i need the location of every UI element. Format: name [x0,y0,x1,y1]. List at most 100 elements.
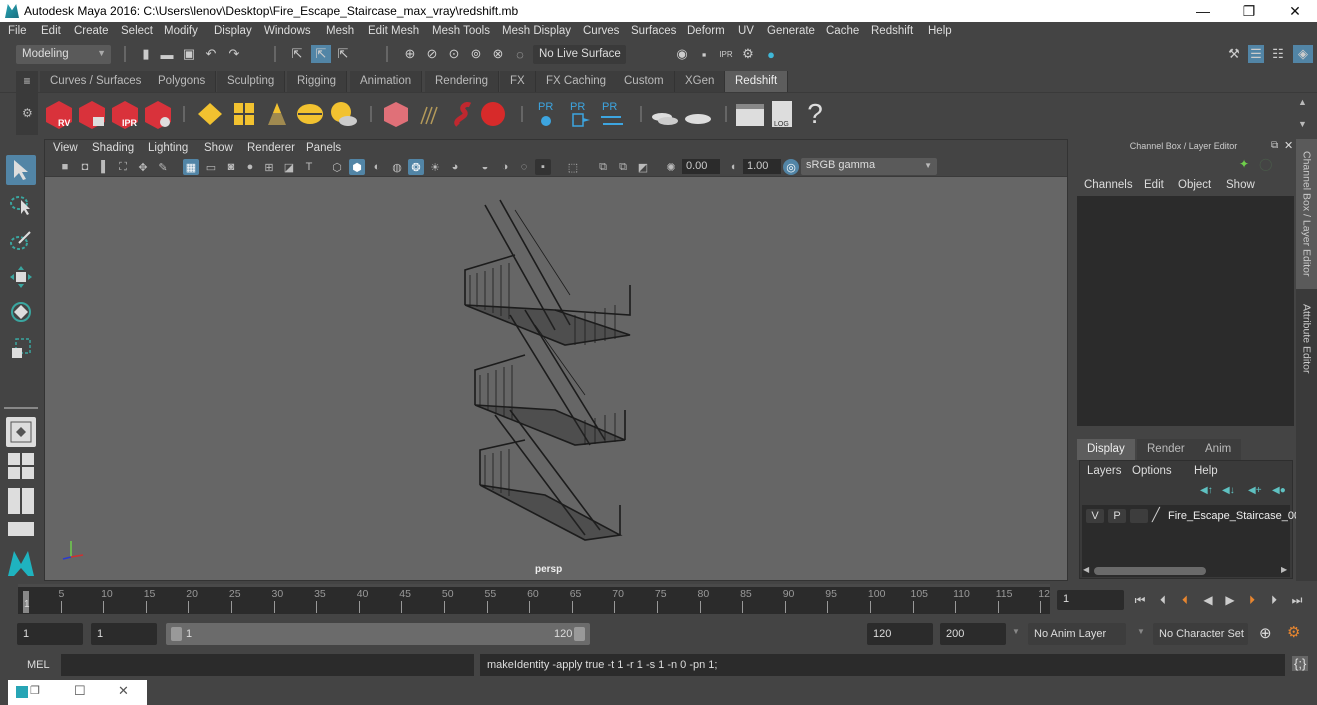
shelf-tab-animation[interactable]: Animation [350,71,423,92]
playback-end-field[interactable]: 120 [867,623,933,645]
show-menu[interactable]: Show [1226,179,1255,191]
redo-icon[interactable]: ↷ [226,46,242,62]
bookmark-icon[interactable]: ▌ [97,159,113,175]
scroll-right-icon[interactable]: ▶ [1281,565,1287,574]
float-panel-icon[interactable]: ⧉ [1271,140,1278,151]
menu-uv[interactable]: UV [738,25,754,37]
layer-tab-anim[interactable]: Anim [1195,439,1242,460]
shelf-tab-polygons[interactable]: Polygons [148,71,217,92]
color-management-icon[interactable]: ◎ [783,159,799,175]
script-editor-icon[interactable]: {;} [1292,656,1309,671]
redshift-settings-icon[interactable] [143,99,173,129]
render-view-icon[interactable]: ◉ [674,46,690,62]
xray-active-icon[interactable]: ⧉ [615,159,631,175]
redshift-ipr-icon[interactable]: IPR [110,99,140,129]
shelf-tab-custom[interactable]: Custom [614,71,675,92]
menu-edit[interactable]: Edit [41,25,61,37]
film-gate-icon[interactable]: ▭ [203,159,219,175]
outliner-layout-icon[interactable] [6,521,36,539]
single-view-layout-icon[interactable] [6,417,36,447]
menu-create[interactable]: Create [74,25,109,37]
snap-grid-icon[interactable]: ⊕ [402,46,418,62]
step-back-key-icon[interactable]: ⏴ [1176,591,1194,609]
lasso-tool-icon[interactable] [6,190,36,220]
minimize-button[interactable]: — [1180,0,1226,22]
xray-joints-icon[interactable]: ◩ [635,159,651,175]
use-all-lights-icon[interactable]: ☀ [427,159,443,175]
chevron-down-icon[interactable]: ▼ [1137,627,1145,636]
shelf-tab-fx[interactable]: FX [500,71,536,92]
shelf-tab-curves-surfaces[interactable]: Curves / Surfaces [40,71,153,92]
animation-end-field[interactable]: 200 [940,623,1006,645]
menu-generate[interactable]: Generate [767,25,815,37]
xray-icon[interactable]: ⧉ [595,159,611,175]
camera-attributes-icon[interactable]: ◘ [77,159,93,175]
layer-display-type-toggle[interactable] [1130,509,1148,523]
redshift-sun-sky-icon[interactable] [328,99,358,129]
animation-start-field[interactable]: 1 [17,623,83,645]
redshift-material-icon[interactable] [478,99,508,129]
menu-help[interactable]: Help [928,25,952,37]
gamma-field[interactable]: 1.00 [743,159,781,174]
redshift-spot-light-icon[interactable] [262,99,292,129]
anim-layer-dropdown[interactable]: No Anim Layer [1028,623,1126,645]
gear-icon[interactable]: ⚙ [22,106,33,120]
menu-mesh[interactable]: Mesh [326,25,354,37]
range-end-handle[interactable] [574,627,585,641]
layer-visibility-toggle[interactable]: V [1086,509,1104,523]
exposure-field[interactable]: 0.00 [682,159,720,174]
snap-live-icon[interactable]: ◌ [512,46,528,62]
viewport-menu-lighting[interactable]: Lighting [148,142,188,154]
render-current-icon[interactable]: ▪ [696,46,712,62]
redshift-volume-icon[interactable] [448,99,478,129]
menu-surfaces[interactable]: Surfaces [631,25,676,37]
side-tab-attribute-editor[interactable]: Attribute Editor [1296,294,1317,384]
close-panel-icon[interactable]: ✕ [1284,139,1293,152]
shelf-scroll-up-icon[interactable]: ▲ [1298,97,1307,107]
layer-row[interactable]: V P ╱ Fire_Escape_Staircase_00 [1082,505,1300,527]
step-forward-key-icon[interactable]: ⏵ [1243,591,1261,609]
object-menu[interactable]: Object [1178,179,1211,191]
field-chart-icon[interactable]: ⊞ [261,159,277,175]
grid-icon[interactable]: ▦ [183,159,199,175]
snap-point-icon[interactable]: ⊙ [446,46,462,62]
playback-start-field[interactable]: 1 [91,623,157,645]
open-scene-icon[interactable]: ▬ [159,46,175,62]
move-layer-down-icon[interactable]: ◀↓ [1222,485,1235,496]
modeling-toolkit-icon[interactable]: ⚒ [1226,46,1242,62]
safe-action-icon[interactable]: ◪ [281,159,297,175]
scale-tool-icon[interactable] [6,333,36,363]
fire-escape-staircase-model[interactable] [455,195,655,570]
select-object-icon[interactable]: ⇱ [311,45,331,63]
gamma-icon[interactable]: ◖ [725,159,741,175]
layer-name[interactable]: Fire_Escape_Staircase_00 [1168,510,1300,522]
viewport-panel[interactable]: View Shading Lighting Show Renderer Pane… [44,139,1068,581]
scroll-left-icon[interactable]: ◀ [1083,565,1089,574]
channel-box-toggle-icon[interactable]: ◈ [1293,45,1313,63]
exposure-icon[interactable]: ✺ [663,159,679,175]
snap-surface-icon[interactable]: ⊗ [490,46,506,62]
script-language-toggle[interactable]: MEL [27,659,50,671]
smooth-shade-icon[interactable]: ⬢ [349,159,365,175]
menu-deform[interactable]: Deform [687,25,725,37]
redshift-dome-light-icon[interactable] [295,99,325,129]
wireframe-on-shaded-icon[interactable]: ◍ [389,159,405,175]
minimized-window[interactable]: ❐ ☐ ✕ [8,680,147,705]
help-menu[interactable]: Help [1194,465,1218,477]
select-camera-icon[interactable]: ■ [57,159,73,175]
safe-title-icon[interactable]: T [301,159,317,175]
layer-tab-display[interactable]: Display [1077,439,1135,460]
four-view-layout-icon[interactable] [6,451,36,481]
two-view-layout-icon[interactable] [6,486,36,516]
shelf-tab-rigging[interactable]: Rigging [287,71,347,92]
close-icon[interactable]: ✕ [118,683,129,699]
menu-edit-mesh[interactable]: Edit Mesh [368,25,419,37]
shelf-tab-fx-caching[interactable]: FX Caching [536,71,618,92]
menu-curves[interactable]: Curves [583,25,619,37]
time-ruler[interactable]: 1 5 10 15 20 25 30 35 40 45 50 55 60 65 70 75 80 85 90 95 1… [18,584,1050,614]
ambient-occlusion-icon[interactable]: ◒ [477,159,493,175]
manipulator-icon[interactable]: ✦ [1239,157,1249,171]
chevron-down-icon[interactable]: ▼ [1012,627,1020,636]
gate-mask-icon[interactable]: ● [242,159,258,175]
menu-redshift[interactable]: Redshift [871,25,913,37]
